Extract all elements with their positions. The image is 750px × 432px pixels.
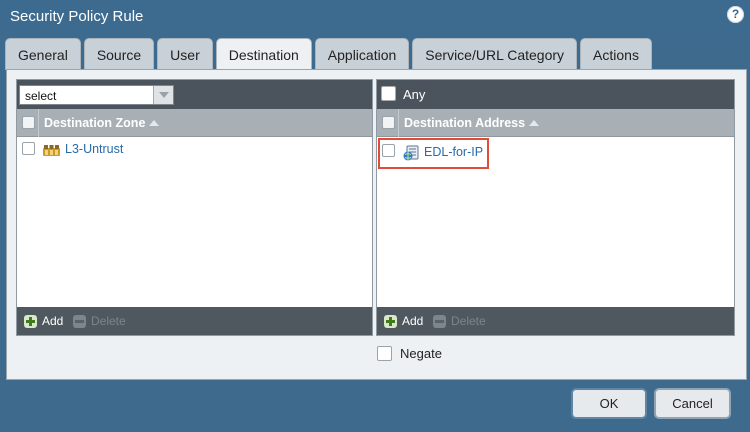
- any-label: Any: [403, 87, 426, 102]
- zone-column-header: Destination Zone: [17, 109, 372, 137]
- address-box-header: Any: [377, 80, 734, 109]
- tab-user[interactable]: User: [157, 38, 213, 70]
- tab-bar: General Source User Destination Applicat…: [5, 38, 655, 71]
- cancel-button[interactable]: Cancel: [654, 388, 731, 419]
- tab-destination[interactable]: Destination: [215, 38, 312, 71]
- address-box-footer: Add Delete: [377, 307, 734, 335]
- zone-delete-button[interactable]: Delete: [73, 314, 126, 328]
- negate-option[interactable]: Negate: [377, 346, 442, 361]
- delete-icon: [433, 314, 446, 328]
- sort-ascending-icon: [149, 120, 160, 126]
- address-select-all-checkbox[interactable]: [382, 116, 395, 129]
- title-bar: Security Policy Rule ?: [0, 0, 750, 36]
- tab-application[interactable]: Application: [314, 38, 410, 70]
- list-item: L3-Untrust: [17, 138, 372, 162]
- row-checkbox[interactable]: [382, 144, 395, 157]
- column-divider: [38, 109, 39, 137]
- delete-icon: [73, 314, 86, 328]
- address-add-button[interactable]: Add: [384, 314, 423, 328]
- add-icon: [24, 314, 37, 328]
- address-link[interactable]: EDL-for-IP: [424, 145, 483, 159]
- negate-label: Negate: [400, 346, 442, 361]
- zone-link[interactable]: L3-Untrust: [65, 142, 123, 156]
- zone-select-dropdown[interactable]: select: [19, 85, 174, 105]
- tab-source[interactable]: Source: [83, 38, 155, 70]
- zone-column-label: Destination Zone: [44, 116, 146, 130]
- destination-address-box: Any Destination Address EDL-for-IP Add D…: [376, 79, 735, 336]
- tab-service-url-category[interactable]: Service/URL Category: [412, 38, 578, 70]
- zone-add-label: Add: [42, 314, 64, 328]
- zone-add-button[interactable]: Add: [24, 314, 63, 328]
- address-add-label: Add: [402, 314, 424, 328]
- list-item: EDL-for-IP: [377, 138, 734, 170]
- zone-select-all-checkbox[interactable]: [22, 116, 35, 129]
- destination-zone-box: select Destination Zone L3-Untrust Add D…: [16, 79, 373, 336]
- destination-panel: select Destination Zone L3-Untrust Add D…: [6, 69, 747, 380]
- address-delete-label: Delete: [451, 314, 486, 328]
- zone-box-header: select: [17, 80, 372, 109]
- zone-icon: [43, 145, 60, 156]
- negate-checkbox[interactable]: [377, 346, 392, 361]
- edl-object-icon: [403, 145, 419, 161]
- address-column-sort[interactable]: Destination Address: [404, 116, 540, 130]
- any-checkbox[interactable]: [381, 86, 396, 101]
- zone-delete-label: Delete: [91, 314, 126, 328]
- row-checkbox[interactable]: [22, 142, 35, 155]
- tab-actions[interactable]: Actions: [580, 38, 652, 70]
- add-icon: [384, 314, 397, 328]
- sort-ascending-icon: [529, 120, 540, 126]
- zone-column-sort[interactable]: Destination Zone: [44, 116, 160, 130]
- help-icon[interactable]: ?: [727, 6, 744, 23]
- address-column-header: Destination Address: [377, 109, 734, 137]
- tab-general[interactable]: General: [5, 38, 81, 70]
- address-delete-button[interactable]: Delete: [433, 314, 486, 328]
- address-column-label: Destination Address: [404, 116, 526, 130]
- zone-select-value: select: [25, 89, 57, 103]
- dialog-title: Security Policy Rule: [10, 8, 144, 25]
- ok-button[interactable]: OK: [571, 388, 647, 419]
- column-divider: [398, 109, 399, 137]
- chevron-down-icon[interactable]: [153, 86, 173, 104]
- zone-box-footer: Add Delete: [17, 307, 372, 335]
